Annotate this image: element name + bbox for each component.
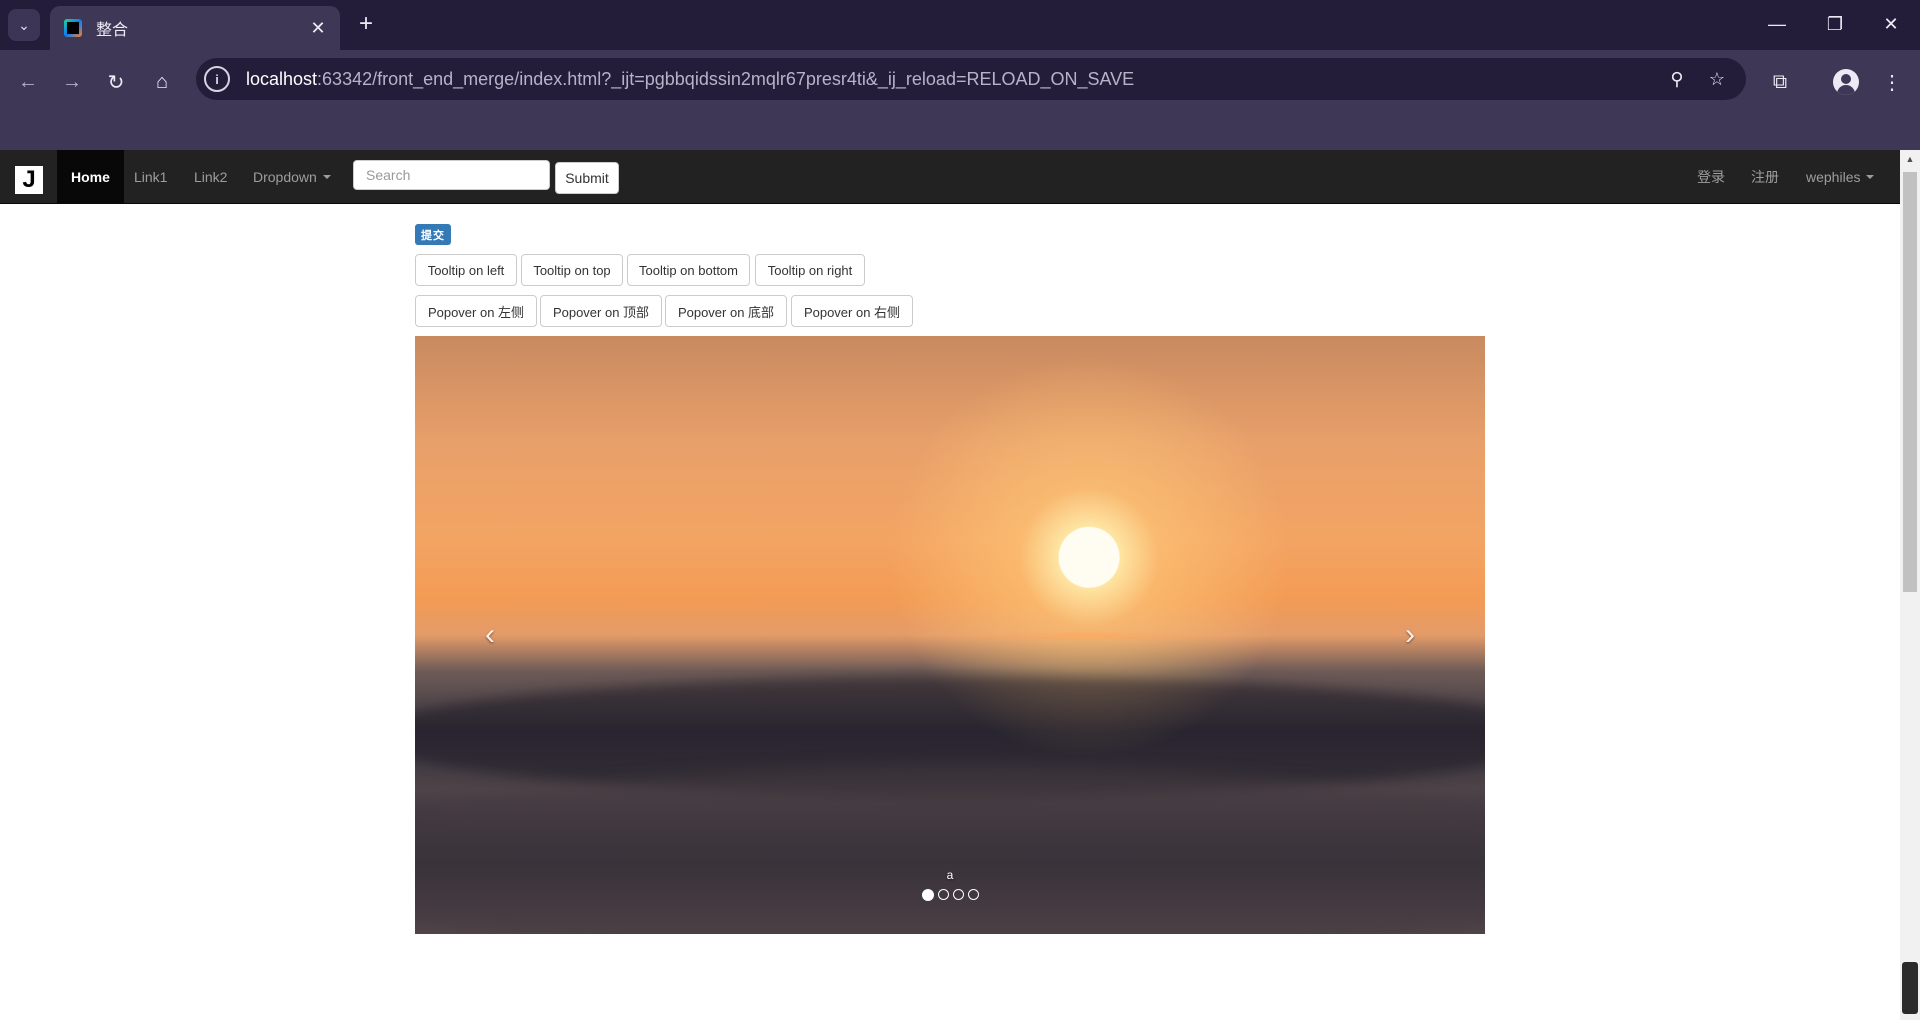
- url-text[interactable]: localhost:63342/front_end_merge/index.ht…: [246, 69, 1134, 90]
- scroll-up-icon[interactable]: ▲: [1900, 154, 1920, 168]
- nav-link2[interactable]: Link2: [180, 150, 241, 204]
- new-tab-button[interactable]: +: [352, 10, 380, 38]
- tooltip-bottom-button[interactable]: Tooltip on bottom: [627, 254, 750, 286]
- tab-search-button[interactable]: ⌄: [8, 9, 40, 41]
- bookmark-star-icon[interactable]: ☆: [1702, 64, 1732, 94]
- carousel-indicators: [415, 889, 1485, 901]
- nav-link1[interactable]: Link1: [120, 150, 181, 204]
- nav-login[interactable]: 登录: [1683, 150, 1739, 204]
- webstorm-favicon-icon: [64, 19, 82, 37]
- user-name: wephiles: [1806, 169, 1861, 185]
- carousel-prev-button[interactable]: ‹: [415, 336, 565, 934]
- submit-label[interactable]: 提交: [415, 224, 451, 245]
- submit-button[interactable]: Submit: [555, 162, 619, 194]
- carousel-indicator[interactable]: [967, 889, 979, 900]
- popover-left-button[interactable]: Popover on 左侧: [415, 295, 537, 327]
- sun-reflection: [415, 616, 1485, 656]
- nav-dropdown-label: Dropdown: [253, 169, 317, 185]
- extensions-icon[interactable]: ⧉: [1762, 64, 1798, 100]
- browser-toolbar: ← → ↻ ⌂ i localhost:63342/front_end_merg…: [0, 50, 1920, 157]
- popover-bottom-button[interactable]: Popover on 底部: [665, 295, 787, 327]
- page-scrollbar[interactable]: ▲: [1900, 150, 1920, 1020]
- nav-dropdown[interactable]: Dropdown: [239, 150, 345, 204]
- search-input[interactable]: [353, 160, 550, 190]
- nav-home[interactable]: Home: [57, 150, 124, 204]
- chevron-left-icon: ‹: [485, 618, 495, 651]
- carousel-indicator[interactable]: [921, 889, 934, 901]
- restore-icon[interactable]: ❐: [1806, 0, 1864, 48]
- tooltip-right-button[interactable]: Tooltip on right: [755, 254, 865, 286]
- minimize-icon[interactable]: —: [1748, 0, 1806, 48]
- page-viewport: J Home Link1 Link2 Dropdown Submit 登录 注册…: [0, 150, 1920, 1020]
- close-tab-icon[interactable]: ✕: [304, 14, 332, 42]
- carousel-indicator[interactable]: [937, 889, 949, 900]
- carousel-indicator[interactable]: [952, 889, 964, 900]
- home-icon[interactable]: ⌂: [144, 64, 180, 100]
- brand-logo[interactable]: J: [15, 166, 43, 194]
- zoom-icon[interactable]: ⚲: [1662, 64, 1692, 94]
- scrollbar-thumb[interactable]: [1903, 172, 1917, 592]
- nav-register[interactable]: 注册: [1737, 150, 1793, 204]
- browser-tab[interactable]: 整合 ✕: [50, 6, 340, 50]
- site-navbar: J Home Link1 Link2 Dropdown Submit 登录 注册…: [0, 150, 1900, 204]
- image-carousel: ‹ › a: [415, 336, 1485, 934]
- address-bar[interactable]: i localhost:63342/front_end_merge/index.…: [196, 58, 1746, 100]
- profile-avatar-icon: [1833, 69, 1859, 95]
- reload-icon[interactable]: ↻: [98, 64, 134, 100]
- tooltip-left-button[interactable]: Tooltip on left: [415, 254, 517, 286]
- menu-kebab-icon[interactable]: ⋮: [1874, 64, 1910, 100]
- profile-button[interactable]: [1828, 64, 1864, 100]
- browser-titlebar: ⌄ 整合 ✕ + — ❐ ✕: [0, 0, 1920, 50]
- tab-title: 整合: [96, 22, 129, 39]
- caret-down-icon: [322, 175, 331, 179]
- nav-user-dropdown[interactable]: wephiles: [1792, 150, 1888, 204]
- carousel-next-button[interactable]: ›: [1335, 336, 1485, 934]
- chevron-right-icon: ›: [1405, 618, 1415, 651]
- carousel-caption: a: [946, 868, 954, 882]
- ide-widget-icon[interactable]: [1902, 962, 1918, 1014]
- close-window-icon[interactable]: ✕: [1862, 0, 1920, 48]
- chevron-down-icon: ⌄: [18, 16, 30, 33]
- forward-icon[interactable]: →: [54, 64, 90, 100]
- tooltip-top-button[interactable]: Tooltip on top: [521, 254, 623, 286]
- wave-shape: [415, 766, 1485, 934]
- caret-down-icon: [1866, 175, 1875, 179]
- site-info-icon[interactable]: i: [204, 66, 230, 92]
- popover-right-button[interactable]: Popover on 右侧: [791, 295, 913, 327]
- back-icon[interactable]: ←: [10, 64, 46, 100]
- popover-top-button[interactable]: Popover on 顶部: [540, 295, 662, 327]
